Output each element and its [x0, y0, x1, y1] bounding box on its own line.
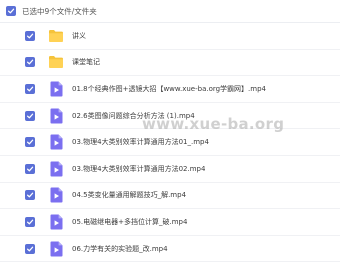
- file-row[interactable]: 05.电磁继电器+多挡位计算_破.mp4: [0, 209, 340, 236]
- file-checkbox[interactable]: [25, 243, 35, 254]
- video-file-icon: [48, 134, 64, 150]
- video-file-icon: [48, 214, 64, 230]
- file-row[interactable]: 课堂笔记: [0, 49, 340, 77]
- selection-count-text: 已选中9个文件/文件夹: [22, 6, 97, 16]
- video-file-icon: [48, 108, 64, 124]
- file-name[interactable]: 06.力学有关的实验题_改.mp4: [72, 244, 168, 254]
- file-row[interactable]: 03.物理4大类别效率计算通用方法02.mp4: [0, 155, 340, 183]
- video-file-icon: [48, 187, 64, 203]
- folder-icon: [48, 54, 64, 70]
- file-name[interactable]: 讲义: [72, 31, 86, 41]
- video-file-icon: [48, 241, 64, 257]
- file-row[interactable]: 06.力学有关的实验题_改.mp4: [0, 235, 340, 262]
- file-checkbox[interactable]: [25, 216, 35, 227]
- checkmark-icon: [7, 8, 15, 14]
- video-file-icon: [48, 161, 64, 177]
- checkmark-icon: [26, 246, 34, 252]
- file-row[interactable]: 01.8个经典作图+透镜大招【www.xue-ba.org学霸网】.mp4: [0, 76, 340, 103]
- file-checkbox[interactable]: [25, 163, 35, 174]
- file-name[interactable]: 01.8个经典作图+透镜大招【www.xue-ba.org学霸网】.mp4: [72, 84, 266, 94]
- file-row[interactable]: 03.物理4大类别效率计算通用方法01_.mp4: [0, 129, 340, 156]
- file-name[interactable]: 02.6类图像问题综合分析方法 (1).mp4: [72, 111, 195, 121]
- checkmark-icon: [26, 166, 34, 172]
- checkmark-icon: [26, 139, 34, 145]
- file-checkbox[interactable]: [25, 190, 35, 201]
- select-all-checkbox[interactable]: [6, 6, 16, 16]
- file-name[interactable]: 03.物理4大类别效率计算通用方法02.mp4: [72, 164, 205, 174]
- checkmark-icon: [26, 192, 34, 198]
- file-checkbox[interactable]: [25, 30, 35, 41]
- file-checkbox[interactable]: [25, 57, 35, 68]
- checkmark-icon: [26, 113, 34, 119]
- video-file-icon: [48, 81, 64, 97]
- checkmark-icon: [26, 219, 34, 225]
- folder-icon: [48, 28, 64, 44]
- file-name[interactable]: 05.电磁继电器+多挡位计算_破.mp4: [72, 217, 187, 227]
- file-list: 讲义课堂笔记 01.8个经典作图+透镜大招【www.xue-ba.org学霸网】.…: [0, 23, 340, 262]
- file-row[interactable]: 02.6类图像问题综合分析方法 (1).mp4: [0, 102, 340, 130]
- file-checkbox[interactable]: [25, 110, 35, 121]
- file-name[interactable]: 04.5类变化量通用解题技巧_解.mp4: [72, 190, 186, 200]
- file-checkbox[interactable]: [25, 137, 35, 148]
- file-name[interactable]: 课堂笔记: [72, 57, 100, 67]
- file-row[interactable]: 讲义: [0, 23, 340, 50]
- checkmark-icon: [26, 59, 34, 65]
- file-checkbox[interactable]: [25, 83, 35, 94]
- selection-header: 已选中9个文件/文件夹: [0, 0, 340, 23]
- checkmark-icon: [26, 86, 34, 92]
- file-name[interactable]: 03.物理4大类别效率计算通用方法01_.mp4: [72, 137, 209, 147]
- checkmark-icon: [26, 33, 34, 39]
- file-row[interactable]: 04.5类变化量通用解题技巧_解.mp4: [0, 182, 340, 210]
